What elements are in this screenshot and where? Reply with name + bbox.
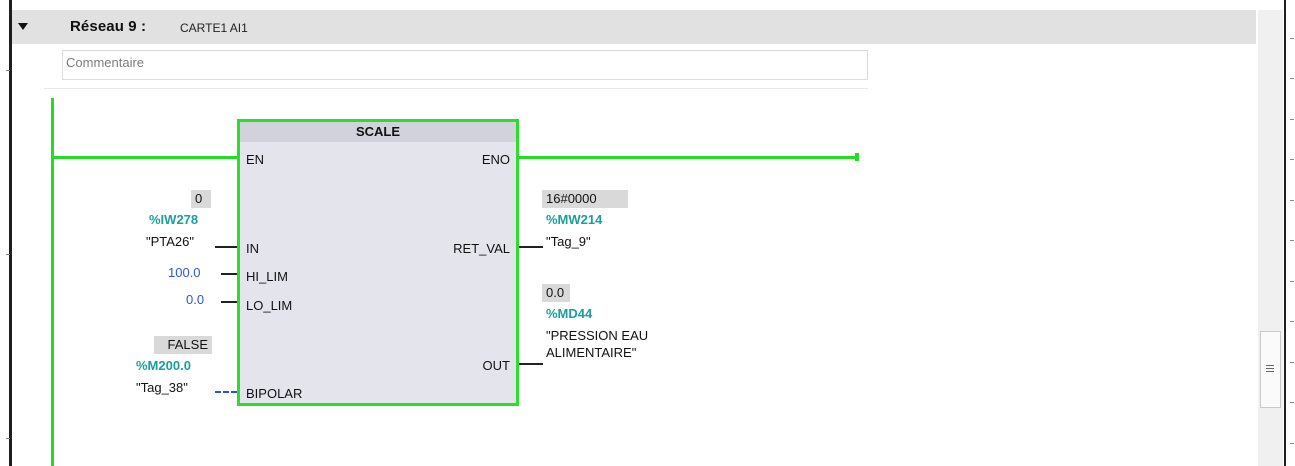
lo-lim-constant[interactable]: 0.0 <box>186 292 204 307</box>
bipolar-value: FALSE <box>154 336 212 354</box>
pin-ret-val[interactable]: RET_VAL <box>453 241 510 256</box>
pin-out[interactable]: OUT <box>483 358 510 373</box>
block-title: SCALE <box>240 122 516 142</box>
scale-function-block[interactable]: SCALE EN IN HI_LIM LO_LIM BIPOLAR ENO RE… <box>237 119 519 406</box>
rung-line-right <box>516 156 858 159</box>
out-tag-line1[interactable]: "PRESSION EAU <box>546 328 648 343</box>
pin-en[interactable]: EN <box>246 152 264 167</box>
rung-line-left <box>51 156 240 159</box>
lo-lim-wire <box>221 301 237 303</box>
out-address[interactable]: %MD44 <box>546 306 592 321</box>
ret-val-tag[interactable]: "Tag_9" <box>546 234 591 249</box>
collapse-triangle-icon[interactable] <box>18 23 28 30</box>
network-name: CARTE1 AI1 <box>180 21 248 35</box>
out-value: 0.0 <box>542 284 570 302</box>
pin-bipolar[interactable]: BIPOLAR <box>246 386 302 401</box>
right-frame-edge <box>1284 0 1295 466</box>
ret-val-address[interactable]: %MW214 <box>546 212 602 227</box>
pin-lo-lim[interactable]: LO_LIM <box>246 298 292 313</box>
out-wire <box>519 363 543 365</box>
ret-val-value: 16#0000 <box>542 190 628 208</box>
left-frame-edge <box>0 0 12 466</box>
comment-placeholder: Commentaire <box>66 55 145 70</box>
rung-end-marker <box>855 153 859 161</box>
network-title: Réseau 9 : <box>70 18 147 35</box>
comment-field[interactable] <box>62 50 868 80</box>
power-rail <box>51 98 54 466</box>
in-tag[interactable]: "PTA26" <box>146 234 194 249</box>
out-tag-line2[interactable]: ALIMENTAIRE" <box>546 345 636 360</box>
network-separator <box>44 88 868 89</box>
bipolar-address[interactable]: %M200.0 <box>136 358 191 373</box>
pin-in[interactable]: IN <box>246 241 259 256</box>
hi-lim-constant[interactable]: 100.0 <box>168 265 201 280</box>
pin-hi-lim[interactable]: HI_LIM <box>246 269 288 284</box>
in-value: 0 <box>191 190 211 208</box>
hi-lim-wire <box>221 273 237 275</box>
ret-val-wire <box>519 246 543 248</box>
pin-eno[interactable]: ENO <box>482 152 510 167</box>
bipolar-tag[interactable]: "Tag_38" <box>136 380 188 395</box>
bipolar-wire <box>215 391 237 393</box>
in-wire <box>215 246 237 248</box>
scroll-grip-icon <box>1266 365 1274 374</box>
in-address[interactable]: %IW278 <box>149 212 198 227</box>
